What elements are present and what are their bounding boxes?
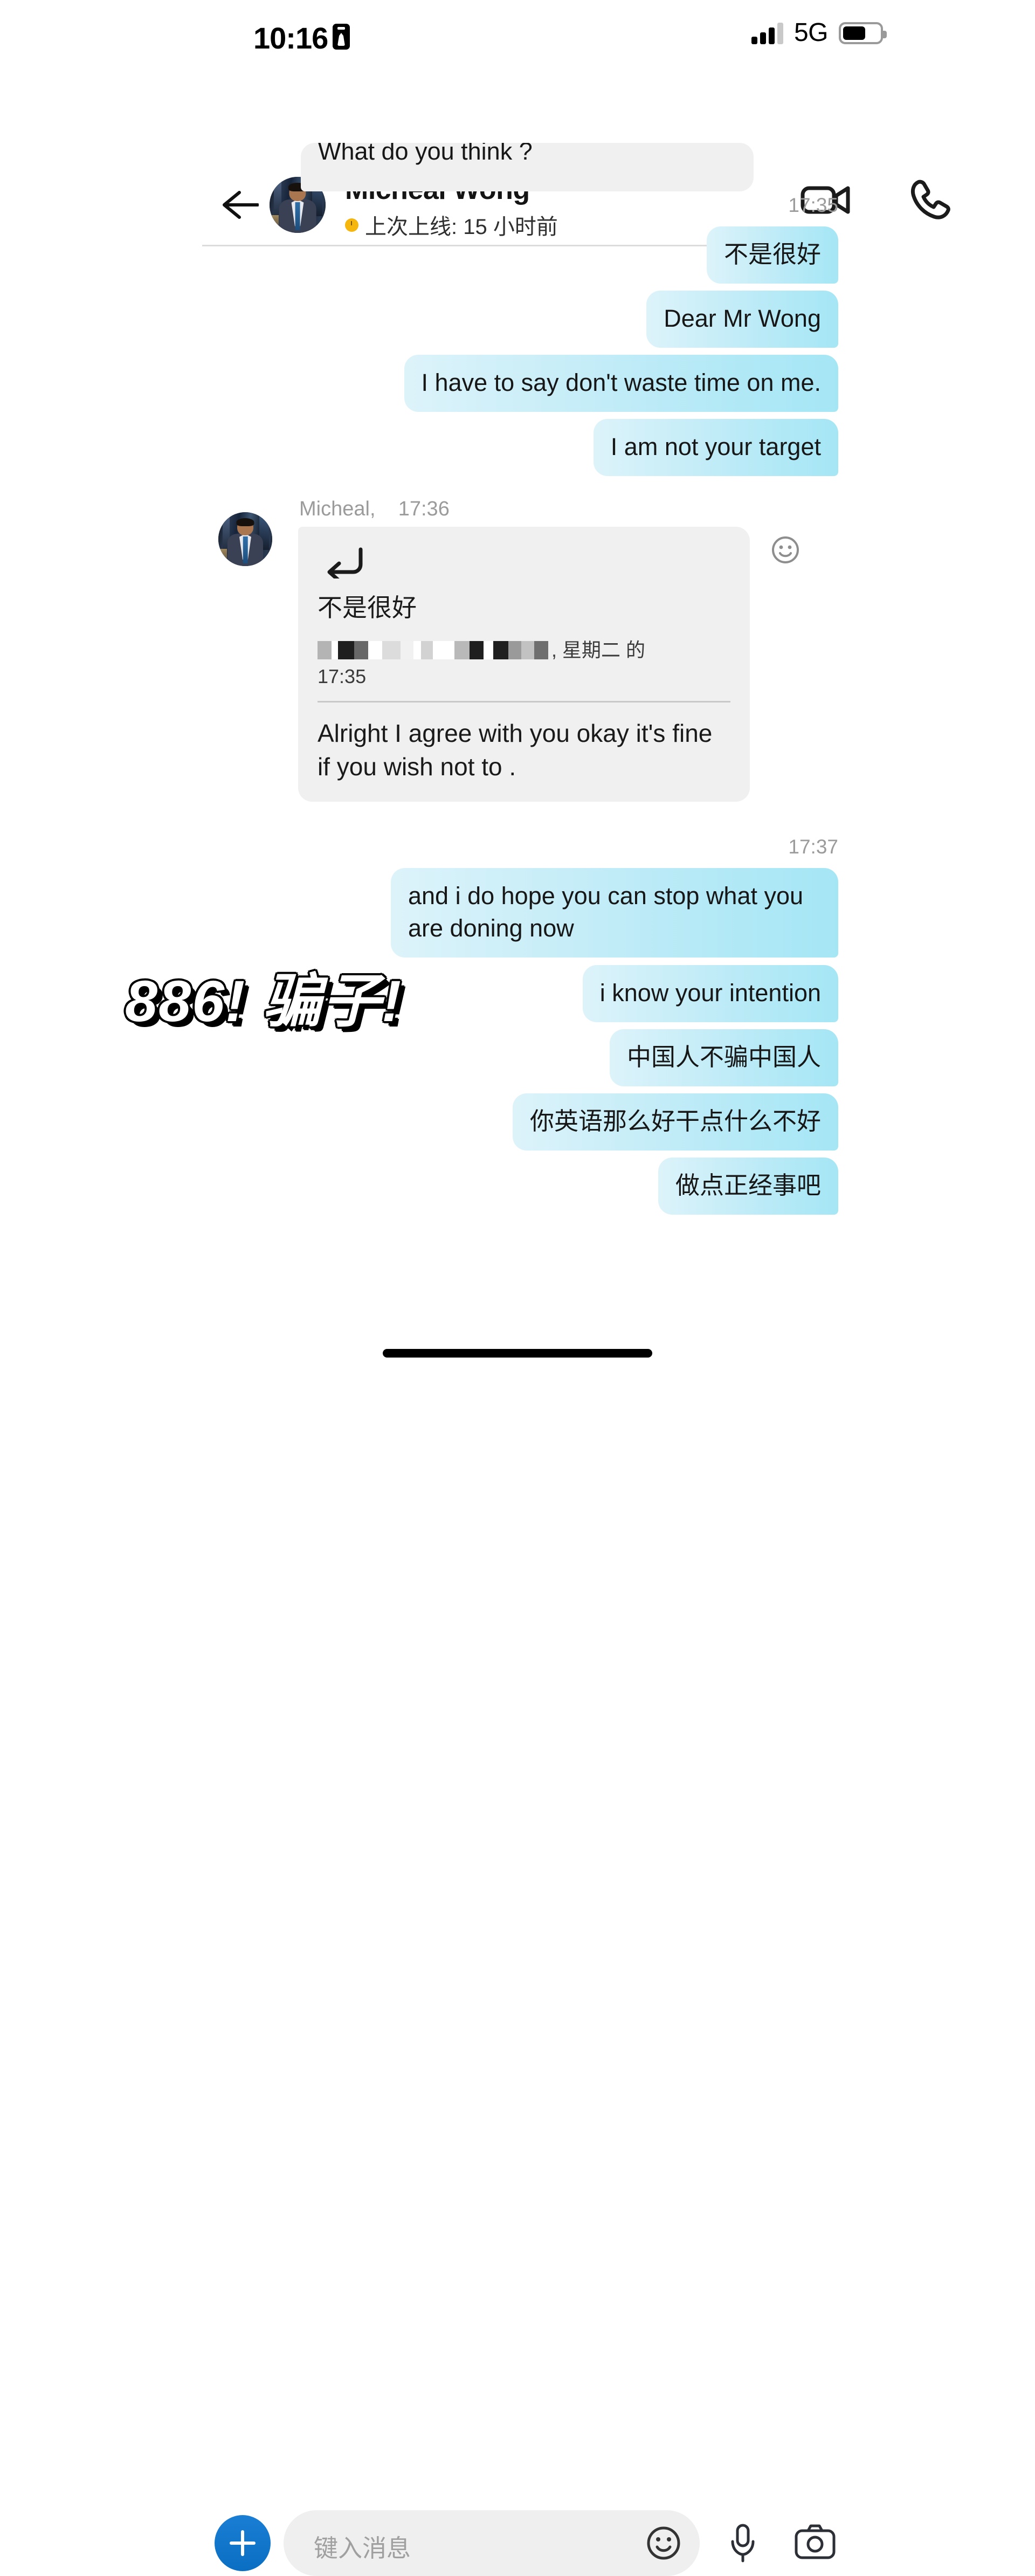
camera-icon[interactable] [794,2522,837,2564]
sender-avatar[interactable] [218,512,272,566]
id-badge-icon [333,24,350,50]
outgoing-bubble[interactable]: I am not your target [593,419,838,476]
outgoing-bubble[interactable]: 做点正经事吧 [658,1158,838,1215]
microphone-icon[interactable] [725,2522,761,2568]
quote-divider [318,701,730,702]
message-input[interactable]: 键入消息 [284,2510,700,2576]
sticker-overlay: 886! 骗子! [125,968,403,1034]
clipped-incoming-bubble[interactable]: What do you think ? [301,143,754,191]
status-bar-clock: 10:16 [253,21,328,55]
sender-name: Micheal, [299,498,376,520]
signal-bars-icon [751,22,783,44]
message-time: 17:36 [398,498,450,520]
home-indicator [383,1349,652,1358]
timestamp: 17:37 [788,836,838,858]
quoted-message-text: 不是很好 [318,594,417,622]
incoming-message-text: Alright I agree with you okay it's fine … [318,719,713,781]
quoted-attribution: , 星期二 的 [318,636,730,664]
outgoing-bubble[interactable]: and i do hope you can stop what you are … [391,868,838,958]
smiley-icon[interactable] [646,2525,681,2564]
redacted-sender-name [318,641,548,659]
network-type-label: 5G [794,18,829,47]
outgoing-bubble[interactable]: I have to say don't waste time on me. [404,355,838,412]
smiley-reaction-icon[interactable] [771,535,800,567]
quoted-timestamp: 17:35 [318,665,367,687]
message-input-placeholder: 键入消息 [314,2534,411,2562]
sender-meta: Micheal, 17:36 [299,498,450,521]
battery-icon [839,22,887,44]
outgoing-bubble[interactable]: 中国人不骗中国人 [609,1029,838,1086]
plus-icon[interactable] [215,2515,271,2571]
outgoing-bubble[interactable]: 不是很好 [706,226,838,284]
outgoing-bubble[interactable]: i know your intention [582,965,838,1022]
quoted-date-suffix: , 星期二 的 [551,639,646,661]
incoming-bubble[interactable]: 不是很好 , 星期二 的 17:35 Alright I agree with … [298,527,750,802]
reply-arrow-icon [323,546,730,583]
status-bar: 10:16 5G [0,0,1035,81]
message-composer: 键入消息 [0,1251,1035,2576]
clipped-message-text: What do you think ? [318,143,533,165]
outgoing-bubble[interactable]: 你英语那么好干点什么不好 [512,1093,838,1151]
outgoing-bubble[interactable]: Dear Mr Wong [646,291,838,348]
timestamp: 17:35 [788,194,838,216]
status-bar-right: 5G [751,18,887,47]
message-list[interactable]: What do you think ? 17:35 不是很好 Dear Mr W… [0,143,1035,1243]
